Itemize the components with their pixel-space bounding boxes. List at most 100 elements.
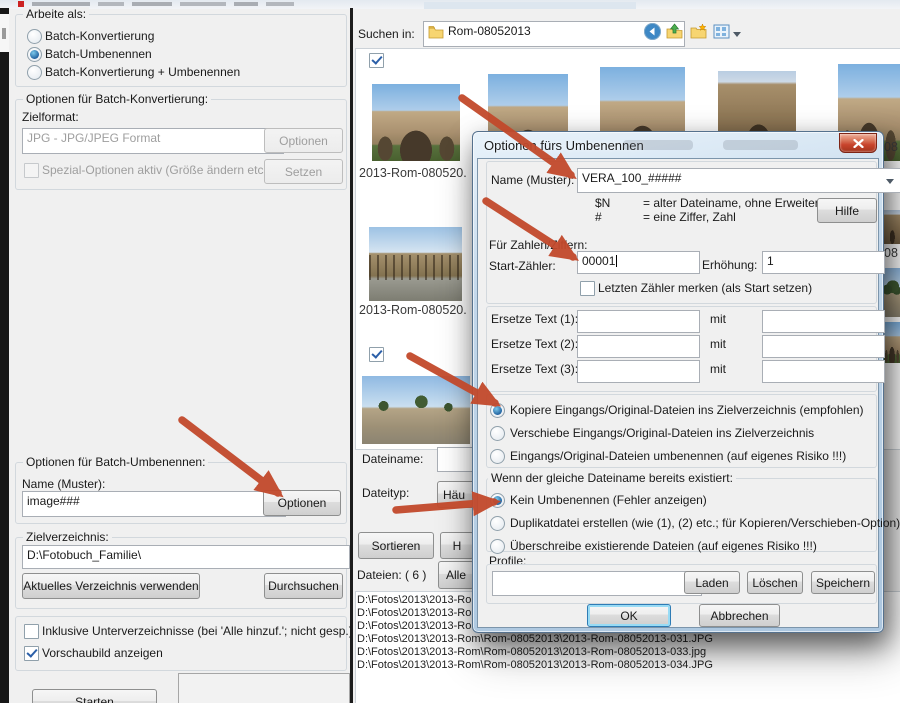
close-icon (853, 139, 864, 148)
file-path-row[interactable]: D:\Fotos\2013\2013-Ro (357, 620, 471, 633)
radio-batch-umbenennen[interactable] (27, 47, 42, 62)
dateityp-label: Dateityp: (362, 486, 409, 500)
speichern-button[interactable]: Speichern (811, 571, 875, 594)
abbrechen-button[interactable]: Abbrechen (699, 604, 780, 627)
rename-options-caption: Optionen für Batch-Umbenennen: (23, 455, 208, 469)
hinzufuegen-button[interactable]: H (440, 532, 474, 559)
up-folder-icon[interactable] (666, 23, 683, 40)
setzen-button[interactable]: Setzen (264, 159, 343, 184)
radio-batch-konvertierung-label[interactable]: Batch-Konvertierung (45, 29, 154, 43)
radio-batch-konvertierung[interactable] (27, 29, 42, 44)
ok-button[interactable]: OK (587, 604, 671, 627)
thumbnail-photo[interactable] (362, 376, 470, 444)
dialog-title: Optionen fürs Umbenennen (484, 138, 644, 153)
remember-counter-label[interactable]: Letzten Zähler merken (als Start setzen) (598, 281, 812, 295)
replace1-label: Ersetze Text (1): (491, 312, 578, 326)
thumbnail-photo[interactable] (884, 210, 900, 244)
thumbnail-photo[interactable] (884, 322, 900, 363)
conversion-options-caption: Optionen für Batch-Konvertierung: (23, 92, 211, 106)
radio-batch-konv-umbenennen-label[interactable]: Batch-Konvertierung + Umbenennen (45, 65, 240, 79)
file-path-row[interactable]: D:\Fotos\2013\2013-Ro (357, 607, 471, 620)
show-preview-checkbox[interactable] (24, 646, 39, 661)
file-path-row[interactable]: D:\Fotos\2013\2013-Rom\Rom-08052013\2013… (357, 646, 706, 659)
hilfe-button[interactable]: Hilfe (817, 198, 877, 223)
hint-text: = eine Ziffer, Zahl (643, 210, 736, 224)
radio-copy-originals-label[interactable]: Kopiere Eingangs/Original-Dateien ins Zi… (510, 403, 864, 417)
start-counter-label: Start-Zähler: (489, 259, 556, 273)
laden-button[interactable]: Laden (684, 571, 740, 594)
thumbnail-photo[interactable] (884, 268, 900, 317)
pattern-value: image### (27, 494, 80, 508)
replace3-label: Ersetze Text (3): (491, 362, 578, 376)
increment-input[interactable]: 1 (762, 251, 885, 274)
replace2-with-input[interactable] (762, 335, 885, 358)
back-icon[interactable] (644, 23, 661, 40)
view-menu-chevron-icon[interactable] (733, 32, 741, 37)
remember-counter-checkbox[interactable] (580, 281, 595, 296)
target-dir-caption: Zielverzeichnis: (23, 530, 112, 544)
thumb-select-checkbox[interactable] (369, 53, 384, 68)
pattern-name-label: Name (Muster): (22, 477, 105, 491)
status-box (178, 673, 350, 703)
thumb-select-checkbox[interactable] (369, 347, 384, 362)
alle-hinzufuegen-button[interactable]: Alle (438, 561, 474, 589)
loeschen-button[interactable]: Löschen (747, 571, 803, 594)
replace1-input[interactable] (577, 310, 700, 333)
thumbnail-photo[interactable] (369, 227, 462, 301)
thumbnail-caption: 2013-Rom-080520. (359, 303, 467, 317)
file-path-row[interactable]: D:\Fotos\2013\2013-Rom\Rom-08052013\2013… (357, 633, 713, 646)
spezial-optionen-label[interactable]: Spezial-Optionen aktiv (Größe ändern etc… (42, 163, 271, 177)
radio-overwrite-label[interactable]: Überschreibe existierende Dateien (auf e… (510, 539, 817, 553)
hint-code: $N (595, 196, 610, 210)
spezial-optionen-checkbox[interactable] (24, 163, 39, 178)
hint-text: = alter Dateiname, ohne Erweiterung (643, 196, 839, 210)
replace1-with-input[interactable] (762, 310, 885, 333)
new-folder-icon[interactable] (690, 23, 707, 40)
replace3-input[interactable] (577, 360, 700, 383)
sortieren-button[interactable]: Sortieren (358, 532, 434, 559)
radio-duplicate-label[interactable]: Duplikatdatei erstellen (wie (1), (2) et… (510, 516, 900, 530)
radio-no-rename-label[interactable]: Kein Umbenennen (Fehler anzeigen) (510, 493, 707, 507)
conv-optionen-button[interactable]: Optionen (264, 128, 343, 153)
use-current-dir-button[interactable]: Aktuelles Verzeichnis verwenden (22, 573, 200, 599)
replace3-mit: mit (710, 362, 726, 376)
radio-rename-originals[interactable] (490, 449, 505, 464)
radio-no-rename[interactable] (490, 493, 505, 508)
dateiname-label: Dateiname: (362, 452, 423, 466)
show-preview-label[interactable]: Vorschaubild anzeigen (42, 646, 163, 660)
radio-duplicate[interactable] (490, 516, 505, 531)
file-path-row[interactable]: D:\Fotos\2013\2013-Rom\Rom-08052013\2013… (357, 659, 713, 672)
batch-rename-window: Arbeite als: Batch-Konvertierung Batch-U… (0, 0, 900, 703)
rename-options-dialog: Optionen fürs Umbenennen Name (Muster): … (472, 131, 884, 633)
files-count-label: Dateien: ( 6 ) (357, 568, 426, 582)
view-menu-icon[interactable] (713, 23, 730, 40)
close-button[interactable] (839, 133, 877, 153)
target-dir-input[interactable]: D:\Fotobuch_Familie\ (22, 545, 350, 569)
radio-overwrite[interactable] (490, 539, 505, 554)
radio-move-originals-label[interactable]: Verschiebe Eingangs/Original-Dateien ins… (510, 426, 814, 440)
pattern-combo[interactable]: image### (22, 491, 286, 517)
browse-button[interactable]: Durchsuchen (264, 573, 343, 599)
radio-batch-umbenennen-label[interactable]: Batch-Umbenennen (45, 47, 152, 61)
start-counter-input[interactable]: 00001 (577, 251, 700, 274)
thumbnail-photo[interactable] (372, 84, 460, 161)
start-button[interactable]: Starten (32, 689, 157, 703)
include-subdirs-label[interactable]: Inklusive Unterverzeichnisse (bei 'Alle … (42, 624, 353, 638)
replace2-input[interactable] (577, 335, 700, 358)
rename-optionen-button[interactable]: Optionen (263, 490, 341, 516)
replace1-mit: mit (710, 312, 726, 326)
profile-combo[interactable] (492, 571, 702, 596)
include-subdirs-checkbox[interactable] (24, 624, 39, 639)
dlg-name-combo[interactable]: VERA_100_##### (577, 168, 900, 193)
dialog-body: Name (Muster): VERA_100_##### $N = alter… (477, 158, 879, 628)
radio-rename-originals-label[interactable]: Eingangs/Original-Dateien umbenennen (au… (510, 449, 846, 463)
radio-copy-originals[interactable] (490, 403, 505, 418)
replace3-with-input[interactable] (762, 360, 885, 383)
start-counter-value: 00001 (582, 254, 615, 268)
radio-move-originals[interactable] (490, 426, 505, 441)
zielformat-combo[interactable]: JPG - JPG/JPEG Format (22, 128, 284, 154)
file-path-row[interactable]: D:\Fotos\2013\2013-Ro (357, 594, 471, 607)
thumbnail-caption-fragment: 08 (884, 246, 898, 260)
replace2-label: Ersetze Text (2): (491, 337, 578, 351)
radio-batch-konv-umbenennen[interactable] (27, 65, 42, 80)
